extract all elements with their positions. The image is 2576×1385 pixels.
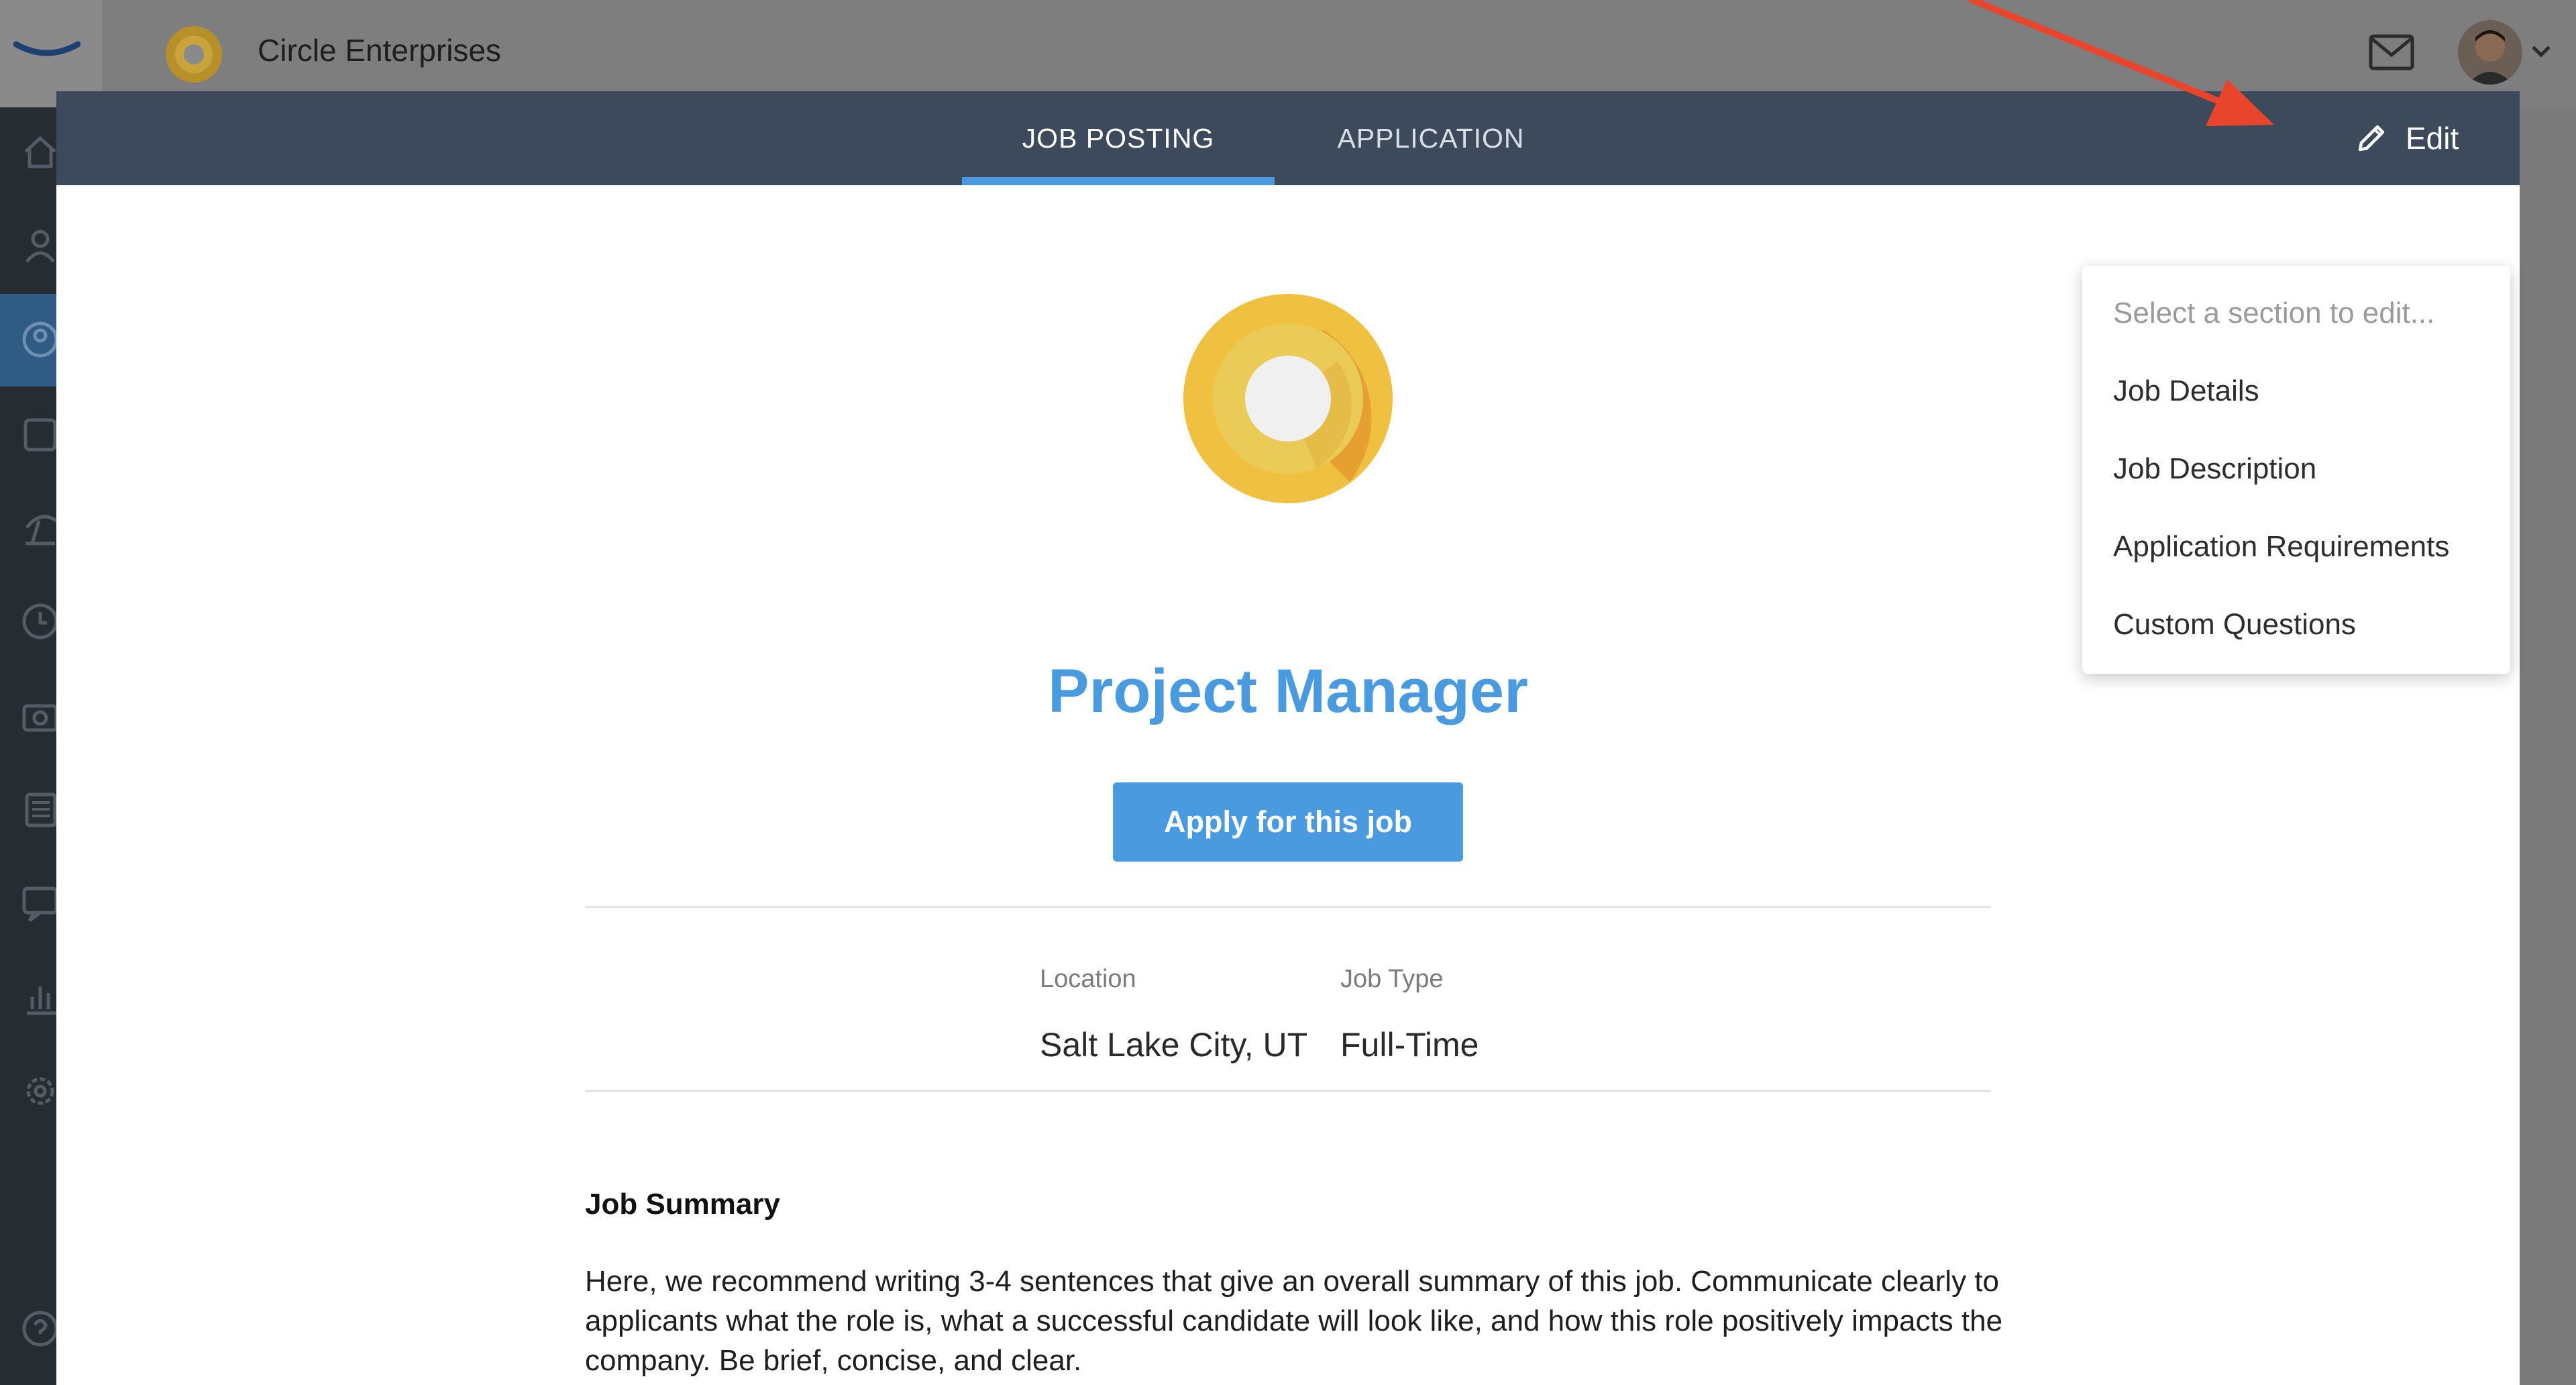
camera-icon[interactable]: [20, 695, 60, 735]
news-icon[interactable]: [20, 789, 60, 829]
chevron-down-icon[interactable]: [2529, 42, 2553, 62]
beach-icon[interactable]: [20, 507, 60, 548]
home-icon[interactable]: [20, 132, 60, 172]
company-logo-large-icon: [1183, 294, 1393, 503]
edit-label: Edit: [2406, 121, 2459, 156]
tab-application[interactable]: APPLICATION: [1275, 91, 1587, 185]
bar-chart-icon[interactable]: [20, 977, 60, 1017]
menu-item-job-details[interactable]: Job Details: [2113, 374, 2259, 408]
menu-item-application-requirements[interactable]: Application Requirements: [2113, 530, 2449, 564]
person-icon[interactable]: [20, 225, 60, 266]
job-type-label: Job Type: [1340, 965, 1444, 993]
company-name[interactable]: Circle Enterprises: [258, 32, 501, 68]
user-circle-icon[interactable]: [20, 319, 60, 360]
dropdown-placeholder: Select a section to edit...: [2113, 297, 2435, 329]
menu-item-custom-questions[interactable]: Custom Questions: [2113, 608, 2356, 642]
divider: [585, 906, 1991, 908]
clock-icon[interactable]: [20, 601, 60, 642]
location-value: Salt Lake City, UT: [1040, 1026, 1308, 1064]
left-nav: [0, 107, 58, 1385]
help-icon[interactable]: [20, 1309, 60, 1349]
gear-icon[interactable]: [20, 1071, 60, 1111]
location-label: Location: [1040, 965, 1136, 993]
divider: [585, 1090, 1991, 1092]
tab-job-posting[interactable]: JOB POSTING: [962, 91, 1275, 185]
job-summary-text: Here, we recommend writing 3-4 sentences…: [585, 1265, 2003, 1377]
chat-icon[interactable]: [20, 883, 60, 923]
folder-icon[interactable]: [20, 413, 60, 454]
edit-button[interactable]: Edit: [2355, 111, 2459, 165]
job-posting-modal: JOB POSTING APPLICATION Edit Project Man…: [56, 91, 2520, 1385]
company-logo-icon: [166, 26, 222, 83]
user-avatar[interactable]: [2458, 20, 2522, 85]
menu-item-job-description[interactable]: Job Description: [2113, 452, 2316, 486]
annotation-arrow: [1969, 0, 2274, 126]
pencil-icon: [2358, 125, 2385, 152]
brand-swoosh-icon: [13, 41, 80, 56]
job-type-value: Full-Time: [1340, 1026, 1479, 1064]
apply-button[interactable]: Apply for this job: [1113, 782, 1463, 862]
edit-section-dropdown: Select a section to edit... Job Details …: [2082, 266, 2510, 674]
mail-icon[interactable]: [2368, 34, 2415, 71]
job-summary-heading: Job Summary: [585, 1188, 780, 1221]
